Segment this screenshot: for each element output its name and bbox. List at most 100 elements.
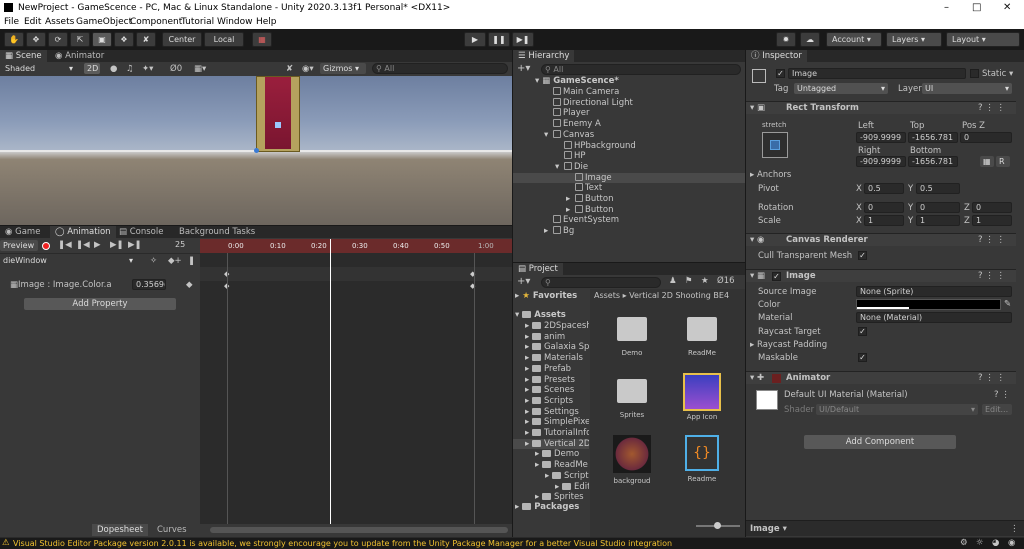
preview-button[interactable]: Preview (0, 240, 38, 251)
packages-row[interactable]: ▸ Packages (515, 502, 579, 512)
favorite-icon[interactable]: ★ (701, 276, 709, 286)
tab-inspector[interactable]: ⓘ Inspector (746, 50, 807, 62)
grid-item[interactable]: ReadMe (682, 317, 722, 357)
grid-item[interactable]: Demo (612, 317, 652, 357)
scale-x-input[interactable]: 1 (864, 215, 904, 226)
pivot-x-input[interactable]: 0.5 (864, 183, 904, 194)
shader-dropdown[interactable]: UI/Default ▾ (816, 404, 978, 415)
project-folder-item[interactable]: ▸ Presets (525, 375, 575, 385)
tag-dropdown[interactable]: Untagged ▾ (794, 83, 888, 94)
hierarchy-item[interactable]: ▾ Die (555, 161, 588, 172)
scene-search-input[interactable]: ⚲ All (372, 63, 508, 74)
status-message[interactable]: Visual Studio Editor Package version 2.0… (13, 539, 672, 548)
property-value-input[interactable]: 0.3569( (132, 279, 166, 290)
zoom-slider-handle[interactable] (714, 522, 721, 529)
project-folder-item[interactable]: ▸ Scenes (525, 385, 574, 395)
right-input[interactable]: -909.9999 (856, 156, 906, 167)
grid-item[interactable]: backgroud (610, 435, 654, 485)
record-icon[interactable] (42, 242, 50, 250)
project-breadcrumb[interactable]: Assets ▸ Vertical 2D Shooting BE4 (594, 291, 729, 300)
tab-hierarchy[interactable]: ☰ Hierarchy (513, 50, 575, 62)
minimize-icon[interactable]: – (944, 2, 949, 13)
maximize-icon[interactable]: □ (972, 2, 981, 13)
menu-help[interactable]: Help (256, 17, 277, 27)
add-event-icon[interactable]: ❚ (188, 256, 195, 266)
hierarchy-search-input[interactable]: ⚲ All (541, 64, 741, 75)
scale-tool-icon[interactable]: ⇱ (70, 32, 90, 47)
project-folder-item[interactable]: ▸ anim (525, 332, 565, 342)
active-checkbox[interactable]: ✓ (776, 69, 785, 78)
material-field[interactable]: None (Material) (856, 312, 1012, 323)
menu-assets[interactable]: Assets (45, 17, 74, 27)
grid-snap-icon[interactable]: ▦ (252, 32, 272, 47)
help-icon[interactable]: ? ⋮ ⋮ (978, 373, 1005, 383)
audio-icon[interactable]: ♫ (126, 64, 134, 74)
step-button[interactable]: ▶❚ (512, 32, 534, 47)
grid-item[interactable]: {} Readme (680, 435, 724, 483)
project-folder-item[interactable]: ▸ Materials (525, 353, 583, 363)
hierarchy-item[interactable]: ▸ Button (566, 204, 613, 215)
hidden-count-icon[interactable]: Ø16 (717, 276, 735, 286)
project-folder-item[interactable]: ▸ Scripts (525, 396, 573, 406)
cloud-icon[interactable]: ☁ (800, 32, 820, 47)
hierarchy-item[interactable]: ▸ Button (566, 194, 613, 204)
gizmos-dropdown[interactable]: Gizmos ▾ (320, 63, 366, 74)
curves-tab[interactable]: Curves (152, 524, 192, 536)
posz-input[interactable]: 0 (960, 132, 1012, 143)
key-diamond-icon[interactable]: ◆ (186, 280, 193, 290)
image-header[interactable]: ▾ ▦ ✓ Image ? ⋮ ⋮ (746, 269, 1016, 282)
menu-gameobject[interactable]: GameObject (76, 17, 132, 27)
filter-label-icon[interactable]: ⚑ (685, 276, 693, 286)
next-key-icon[interactable]: ▶❚ (110, 240, 124, 250)
camera-icon[interactable]: ◉▾ (302, 64, 314, 74)
project-folder-item[interactable]: ▸ Scripts (545, 471, 589, 481)
tools-icon[interactable]: ✘ (286, 64, 293, 74)
property-row[interactable]: ▦Image : Image.Color.a 0.3569( ◆ (0, 278, 200, 292)
help-icon[interactable]: ? ⋮ ⋮ (978, 235, 1005, 245)
hierarchy-item[interactable]: HP (555, 151, 586, 161)
network-icon[interactable]: ☼ (976, 538, 984, 548)
tab-game[interactable]: ◉ Game (0, 226, 45, 238)
add-component-button[interactable]: Add Component (804, 435, 956, 449)
menu-file[interactable]: File (4, 17, 19, 27)
grid-item[interactable]: App Icon (678, 373, 726, 421)
pivot-y-input[interactable]: 0.5 (916, 183, 960, 194)
expand-arrow-icon[interactable]: ▸ (544, 226, 553, 236)
cull-checkbox[interactable]: ✓ (858, 251, 867, 260)
tab-scene[interactable]: ▦ Scene (0, 50, 47, 62)
effects-icon[interactable]: ✦▾ (142, 64, 153, 74)
hierarchy-item[interactable]: ▾ Canvas (544, 129, 594, 140)
layout-dropdown[interactable]: Layout ▾ (946, 32, 1020, 47)
help-icon[interactable]: ? ⋮ ⋮ (978, 103, 1005, 113)
rot-y-input[interactable]: 0 (916, 202, 960, 213)
project-folder-item[interactable]: ▸ Demo (535, 449, 579, 459)
clip-dropdown[interactable]: dieWindow ▾ (0, 255, 136, 266)
add-keyframe-icon[interactable]: ◆+ (168, 256, 182, 266)
dopesheet-tab[interactable]: Dopesheet (92, 524, 148, 536)
expand-arrow-icon[interactable]: ▾ (555, 162, 564, 172)
image-enabled-checkbox[interactable]: ✓ (772, 272, 781, 281)
rot-z-input[interactable]: 0 (972, 202, 1012, 213)
raycast-target-checkbox[interactable]: ✓ (858, 327, 867, 336)
project-folder-item[interactable]: ▸ Vertical 2D (513, 438, 589, 449)
grid-icon[interactable]: ▦▾ (194, 64, 206, 74)
first-key-icon[interactable]: ❚◀ (58, 240, 72, 250)
pause-button[interactable]: ❚❚ (488, 32, 510, 47)
bottom-input[interactable]: -1656.781 (908, 156, 958, 167)
hierarchy-item[interactable]: Image (513, 172, 745, 183)
animator-enabled-checkbox[interactable] (772, 374, 781, 383)
menu-component[interactable]: Component (130, 17, 182, 27)
hierarchy-item[interactable]: EventSystem (544, 215, 619, 225)
hierarchy-scene-row[interactable]: ▾ ▦ GameScence* (535, 76, 619, 86)
keyframe-icon[interactable]: ✧ (150, 256, 157, 266)
static-checkbox[interactable] (970, 69, 979, 78)
scene-viewport[interactable] (0, 76, 512, 225)
frame-input[interactable]: 25 (172, 240, 198, 251)
raw-edit-icon[interactable]: R (996, 156, 1010, 167)
progress-icon[interactable]: ◕ (992, 538, 999, 548)
help-icon[interactable]: ? ⋮ ⋮ (978, 271, 1005, 281)
scale-y-input[interactable]: 1 (916, 215, 960, 226)
playhead[interactable] (330, 239, 331, 524)
game-canvas-object[interactable] (256, 76, 300, 152)
layer-dropdown[interactable]: UI ▾ (922, 83, 1012, 94)
